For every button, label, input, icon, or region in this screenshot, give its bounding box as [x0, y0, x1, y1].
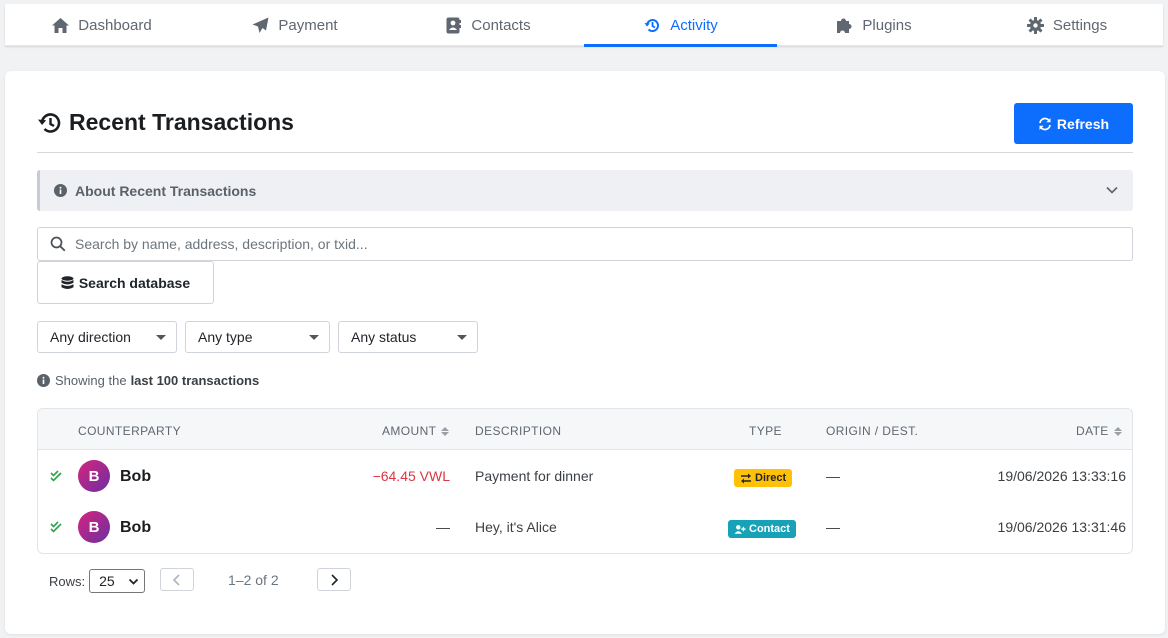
tab-contacts[interactable]: Contacts — [391, 4, 584, 46]
avatar: B — [78, 460, 110, 492]
type-filter-value: Any type — [198, 329, 253, 345]
page-title: Recent Transactions — [37, 109, 294, 136]
direction-filter[interactable]: Any direction — [37, 321, 177, 353]
tab-activity[interactable]: Activity — [584, 4, 777, 47]
header-origin: ORIGIN / DEST. — [826, 424, 918, 438]
top-nav: Dashboard Payment Contacts Activity Plug… — [5, 4, 1163, 47]
prev-page-button[interactable] — [160, 568, 194, 591]
tab-dashboard[interactable]: Dashboard — [5, 4, 198, 46]
header-label: AMOUNT — [382, 424, 437, 438]
status-filter-value: Any status — [351, 329, 417, 345]
address-book-icon — [444, 16, 463, 35]
caret-down-icon — [457, 335, 467, 340]
header-amount[interactable]: AMOUNT — [382, 424, 450, 438]
refresh-label: Refresh — [1056, 115, 1110, 132]
history-icon — [37, 110, 63, 136]
badge-label: Direct — [755, 472, 787, 484]
type-badge-contact: Contact — [728, 520, 796, 538]
tab-plugins[interactable]: Plugins — [777, 4, 970, 46]
table-row[interactable]: B Bob — Hey, it's Alice Contact — 19/06/… — [38, 502, 1132, 553]
table-row[interactable]: B Bob −64.45 VWL Payment for dinner Dire… — [38, 451, 1132, 502]
puzzle-icon — [835, 16, 854, 35]
transactions-card: Recent Transactions Refresh About Recent… — [5, 71, 1165, 634]
sort-icon — [441, 426, 450, 436]
results-summary: Showing the last 100 transactions — [37, 373, 259, 388]
caret-down-icon — [156, 335, 166, 340]
search-database-button[interactable]: Search database — [37, 261, 214, 304]
tab-payment[interactable]: Payment — [198, 4, 391, 46]
search-database-label: Search database — [78, 274, 191, 291]
card-header: Recent Transactions Refresh — [37, 103, 1133, 153]
description-value: Hey, it's Alice — [475, 519, 557, 535]
direction-filter-value: Any direction — [50, 329, 131, 345]
rows-per-page-select[interactable]: 25 — [89, 569, 146, 593]
next-page-button[interactable] — [317, 568, 351, 591]
results-summary-count: last 100 transactions — [130, 373, 260, 388]
description-value: Payment for dinner — [475, 468, 594, 484]
header-type: TYPE — [749, 424, 782, 438]
header-description: DESCRIPTION — [475, 424, 561, 438]
tab-label: Plugins — [862, 16, 912, 34]
badge-label: Contact — [749, 523, 790, 535]
header-label: DESCRIPTION — [475, 424, 562, 438]
origin-value: — — [826, 468, 840, 484]
table-header: COUNTERPARTY AMOUNT DESCRIPTION TYPE ORI… — [38, 409, 1132, 450]
about-accordion[interactable]: About Recent Transactions — [37, 170, 1133, 211]
tab-label: Activity — [670, 16, 718, 34]
header-label: COUNTERPARTY — [78, 424, 182, 438]
type-badge-direct: Direct — [734, 469, 793, 487]
tab-label: Settings — [1052, 16, 1108, 34]
refresh-icon — [1038, 117, 1052, 131]
header-label: DATE — [1076, 424, 1109, 438]
rows-per-page-value: 25 — [99, 573, 115, 589]
rows-label: Rows: — [49, 573, 86, 589]
double-check-icon — [50, 469, 64, 483]
info-icon — [54, 184, 67, 197]
avatar: B — [78, 511, 110, 543]
counterparty-name[interactable]: Bob — [120, 519, 151, 537]
header-counterparty: COUNTERPARTY — [78, 424, 181, 438]
page-title-text: Recent Transactions — [69, 109, 294, 135]
chevron-down-icon — [1105, 183, 1119, 197]
pagination: Rows: 25 1–2 of 2 — [49, 568, 351, 594]
origin-value: — — [826, 519, 840, 535]
paper-plane-icon — [251, 16, 270, 35]
header-label: TYPE — [749, 424, 782, 438]
date-value: 19/06/2026 13:31:46 — [997, 519, 1126, 535]
results-summary-prefix: Showing the — [55, 373, 127, 388]
type-filter[interactable]: Any type — [185, 321, 330, 353]
amount-value: −64.45 VWL — [372, 468, 450, 484]
caret-down-icon — [309, 335, 319, 340]
page-info: 1–2 of 2 — [228, 572, 279, 588]
history-icon — [643, 16, 662, 35]
home-icon — [51, 16, 70, 35]
refresh-button[interactable]: Refresh — [1014, 103, 1133, 144]
user-plus-icon — [734, 524, 746, 535]
info-icon — [37, 374, 50, 387]
chevron-down-icon — [128, 576, 139, 587]
tab-settings[interactable]: Settings — [970, 4, 1163, 46]
search-box — [37, 227, 1133, 261]
chevron-right-icon — [329, 573, 339, 586]
search-icon — [50, 236, 66, 252]
tab-label: Payment — [278, 16, 338, 34]
database-icon — [61, 275, 74, 290]
tab-label: Contacts — [471, 16, 531, 34]
gear-icon — [1026, 16, 1045, 35]
exchange-icon — [740, 473, 752, 484]
counterparty-name[interactable]: Bob — [120, 468, 151, 486]
header-label: ORIGIN / DEST. — [826, 424, 919, 438]
sort-icon — [1113, 426, 1122, 436]
date-value: 19/06/2026 13:33:16 — [997, 468, 1126, 484]
double-check-icon — [50, 520, 64, 534]
status-filter[interactable]: Any status — [338, 321, 478, 353]
transactions-table: COUNTERPARTY AMOUNT DESCRIPTION TYPE ORI… — [37, 408, 1133, 554]
search-input[interactable] — [75, 236, 1075, 252]
tab-label: Dashboard — [78, 16, 152, 34]
header-date[interactable]: DATE — [1076, 424, 1122, 438]
amount-value: — — [436, 519, 450, 535]
about-label: About Recent Transactions — [75, 182, 257, 199]
chevron-left-icon — [172, 573, 182, 586]
